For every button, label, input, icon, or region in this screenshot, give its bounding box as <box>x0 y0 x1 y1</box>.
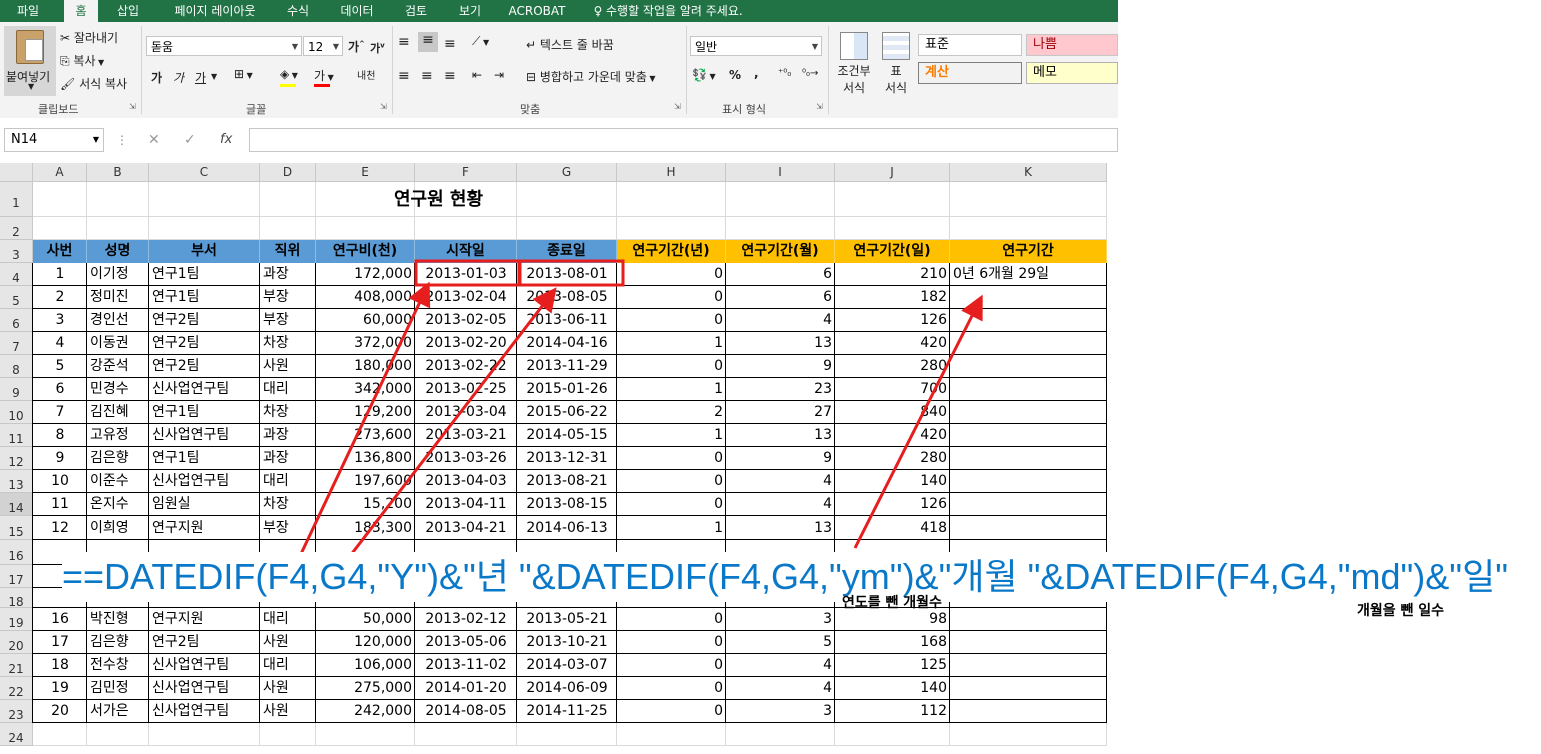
arrow-to-result <box>853 294 983 549</box>
note-months: 연도를 뺀 개월수 <box>842 595 942 611</box>
datedif-formula-annotation: ==DATEDIF(F4,G4,"Y")&"년 "&DATEDIF(F4,G4,… <box>62 552 1522 602</box>
highlight-box-start-date <box>414 259 521 287</box>
note-days: 개월을 뺀 일수 <box>1357 603 1445 619</box>
highlight-box-end-date <box>518 259 625 287</box>
arrow-to-start-date <box>298 281 431 557</box>
arrow-to-end-date <box>348 287 557 557</box>
annotation-overlay <box>298 259 983 557</box>
